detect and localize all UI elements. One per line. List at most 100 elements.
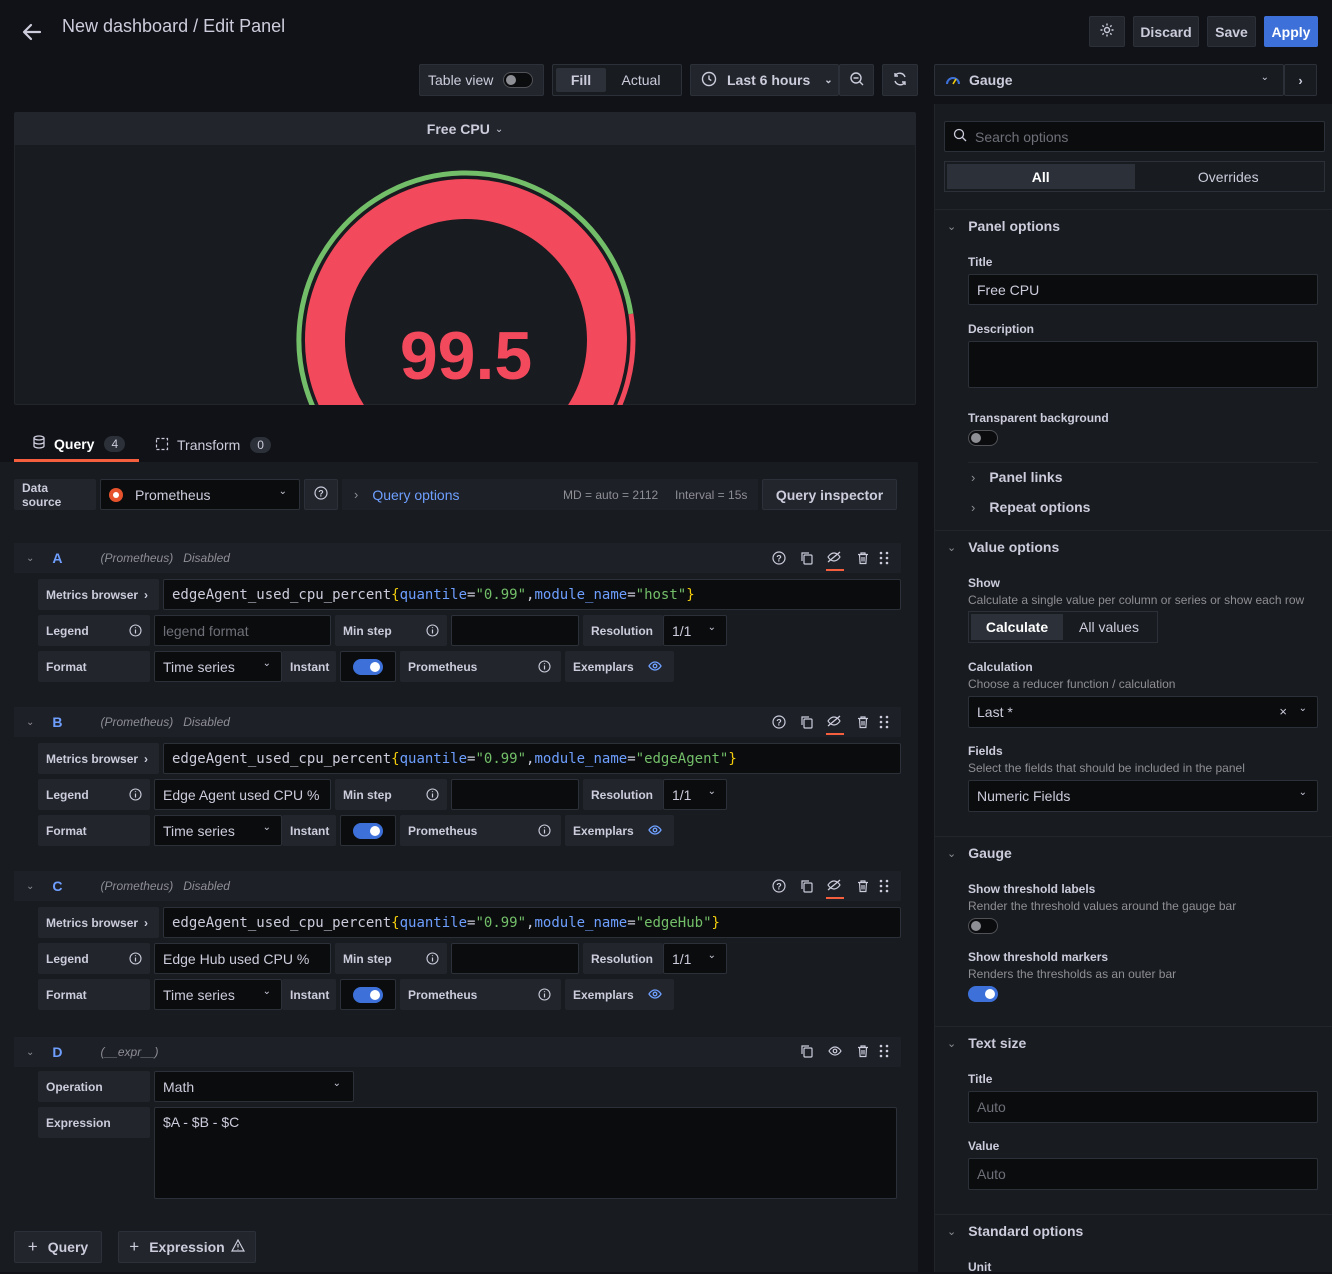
tab-query[interactable]: Query 4 (14, 428, 139, 462)
format-select[interactable]: Time series ⌄ (154, 651, 282, 682)
datasource-picker[interactable]: Prometheus ⌄ (100, 479, 300, 510)
info-circle-icon[interactable] (426, 624, 439, 640)
threshold-labels-switch[interactable] (968, 918, 998, 934)
info-circle-icon[interactable] (129, 952, 142, 968)
legend-input[interactable]: legend format (154, 615, 331, 646)
trash-icon[interactable] (856, 715, 870, 732)
drag-handle-icon[interactable] (878, 551, 890, 568)
format-select[interactable]: Time series ⌄ (154, 979, 282, 1010)
tab-overrides[interactable]: Overrides (1135, 169, 1323, 185)
info-circle-icon[interactable] (426, 952, 439, 968)
table-view-switch[interactable] (503, 72, 534, 88)
info-circle-icon[interactable] (538, 988, 551, 1004)
drag-handle-icon[interactable] (878, 715, 890, 732)
text-size-header[interactable]: ⌄ Text size (947, 1035, 1026, 1051)
info-circle-icon[interactable] (426, 788, 439, 804)
eye-icon[interactable] (828, 1044, 842, 1061)
panel-links-row[interactable]: › Panel links (971, 469, 1063, 485)
resolution-select[interactable]: 1/1 ⌄ (663, 943, 727, 974)
exemplars-toggle[interactable]: Exemplars (565, 651, 674, 682)
info-circle-icon[interactable] (129, 788, 142, 804)
legend-input[interactable]: Edge Hub used CPU % (154, 943, 331, 974)
legend-input[interactable]: Edge Agent used CPU % (154, 779, 331, 810)
metrics-browser-button[interactable]: Metrics browser › (38, 579, 159, 610)
add-query-button[interactable]: + Query (14, 1231, 102, 1263)
calculation-select[interactable]: Last * × ⌄ (968, 696, 1318, 728)
question-circle-icon[interactable]: ? (772, 879, 786, 896)
eye-slash-icon[interactable] (826, 550, 844, 574)
datasource-help-button[interactable]: ? (304, 479, 338, 510)
visualization-picker[interactable]: Gauge ⌄ (934, 64, 1284, 96)
calculate-option[interactable]: Calculate (971, 614, 1063, 640)
repeat-options-row[interactable]: › Repeat options (971, 499, 1090, 515)
copy-icon[interactable] (800, 715, 814, 732)
copy-icon[interactable] (800, 879, 814, 896)
instant-switch[interactable] (353, 986, 383, 1003)
zoom-out-button[interactable] (839, 64, 874, 96)
info-circle-icon[interactable] (538, 660, 551, 676)
gauge-options-header[interactable]: ⌄ Gauge (947, 845, 1012, 861)
promql-editor[interactable]: edgeAgent_used_cpu_percent{quantile = "0.9… (163, 743, 901, 774)
all-values-option[interactable]: All values (1063, 619, 1155, 635)
text-size-value-input[interactable]: Auto (968, 1158, 1318, 1190)
expression-textarea[interactable]: $A - $B - $C (154, 1107, 897, 1199)
value-options-header[interactable]: ⌄ Value options (947, 539, 1059, 555)
apply-button[interactable]: Apply (1264, 16, 1318, 47)
chevron-down-icon[interactable]: ⌄ (26, 717, 34, 728)
exemplars-toggle[interactable]: Exemplars (565, 979, 674, 1010)
question-circle-icon[interactable]: ? (772, 551, 786, 568)
chevron-down-icon[interactable]: ⌄ (26, 553, 34, 564)
info-circle-icon[interactable] (538, 824, 551, 840)
panel-options-header[interactable]: ⌄ Panel options (947, 218, 1060, 234)
exemplars-toggle[interactable]: Exemplars (565, 815, 674, 846)
info-circle-icon[interactable] (129, 624, 142, 640)
tab-transform[interactable]: Transform 0 (155, 428, 280, 462)
query-row-header[interactable]: ⌄ D (__expr__) (14, 1037, 901, 1067)
instant-switch[interactable] (353, 658, 383, 675)
collapse-options-button[interactable]: › (1284, 64, 1317, 96)
save-button[interactable]: Save (1207, 16, 1256, 47)
operation-select[interactable]: Math ⌄ (154, 1071, 354, 1102)
min-step-input[interactable] (451, 779, 579, 810)
query-row-header[interactable]: ⌄ C (Prometheus) Disabled ? (14, 871, 901, 901)
add-expression-button[interactable]: + Expression (118, 1231, 256, 1263)
query-options-bar[interactable]: › Query options MD = auto = 2112 Interva… (342, 479, 758, 510)
chevron-down-icon[interactable]: ⌄ (26, 881, 34, 892)
actual-button[interactable]: Actual (606, 72, 676, 88)
threshold-markers-switch[interactable] (968, 986, 998, 1002)
promql-editor[interactable]: edgeAgent_used_cpu_percent{quantile = "0.9… (163, 579, 901, 610)
trash-icon[interactable] (856, 879, 870, 896)
trash-icon[interactable] (856, 551, 870, 568)
copy-icon[interactable] (800, 551, 814, 568)
chevron-down-icon[interactable]: ⌄ (26, 1047, 34, 1058)
eye-slash-icon[interactable] (826, 714, 844, 738)
query-row-header[interactable]: ⌄ A (Prometheus) Disabled ? (14, 543, 901, 573)
metrics-browser-button[interactable]: Metrics browser › (38, 743, 159, 774)
question-circle-icon[interactable]: ? (772, 715, 786, 732)
query-row-header[interactable]: ⌄ B (Prometheus) Disabled ? (14, 707, 901, 737)
query-inspector-button[interactable]: Query inspector (762, 479, 897, 510)
eye-slash-icon[interactable] (826, 878, 844, 902)
discard-button[interactable]: Discard (1133, 16, 1199, 47)
settings-button[interactable] (1089, 16, 1125, 47)
metrics-browser-button[interactable]: Metrics browser › (38, 907, 159, 938)
standard-options-header[interactable]: ⌄ Standard options (947, 1223, 1083, 1239)
fill-button[interactable]: Fill (556, 68, 606, 92)
promql-editor[interactable]: edgeAgent_used_cpu_percent{quantile = "0.9… (163, 907, 901, 938)
resolution-select[interactable]: 1/1 ⌄ (663, 615, 727, 646)
transparent-background-switch[interactable] (968, 430, 998, 446)
panel-header[interactable]: Free CPU ⌄ (15, 113, 915, 145)
min-step-input[interactable] (451, 615, 579, 646)
close-icon[interactable]: × (1279, 704, 1287, 719)
resolution-select[interactable]: 1/1 ⌄ (663, 779, 727, 810)
search-options-input[interactable]: Search options (944, 121, 1325, 152)
instant-switch[interactable] (353, 822, 383, 839)
drag-handle-icon[interactable] (878, 879, 890, 896)
fields-select[interactable]: Numeric Fields ⌄ (968, 780, 1318, 812)
table-view-toggle[interactable]: Table view (419, 64, 544, 96)
min-step-input[interactable] (451, 943, 579, 974)
format-select[interactable]: Time series ⌄ (154, 815, 282, 846)
title-input[interactable]: Free CPU (968, 274, 1318, 305)
time-range-picker[interactable]: Last 6 hours ⌄ (690, 64, 839, 96)
back-arrow-icon[interactable] (20, 20, 44, 44)
